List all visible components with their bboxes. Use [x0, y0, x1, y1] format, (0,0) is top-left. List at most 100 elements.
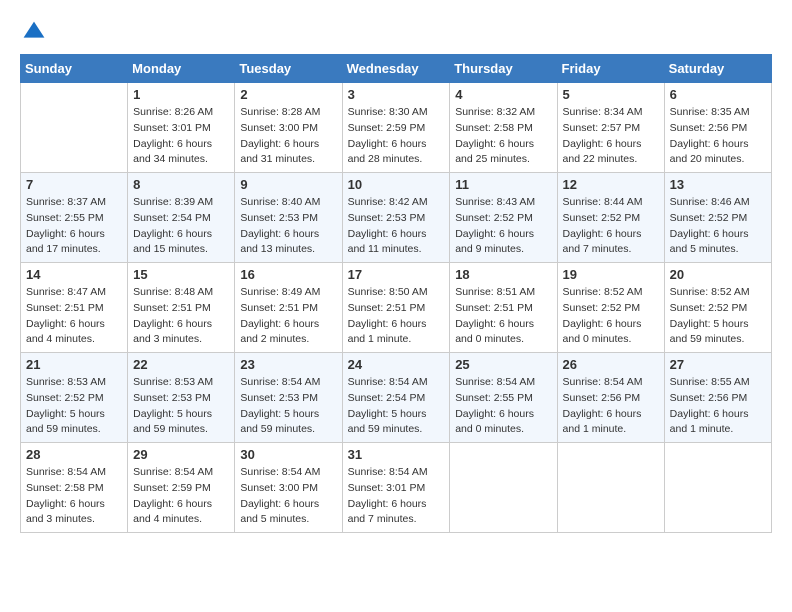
- calendar-cell: 8 Sunrise: 8:39 AM Sunset: 2:54 PM Daylig…: [128, 173, 235, 263]
- day-info: Sunrise: 8:54 AM Sunset: 2:58 PM Dayligh…: [26, 465, 122, 528]
- calendar-cell: [664, 443, 771, 533]
- day-number: 13: [670, 177, 766, 192]
- day-info: Sunrise: 8:55 AM Sunset: 2:56 PM Dayligh…: [670, 375, 766, 438]
- day-number: 17: [348, 267, 445, 282]
- day-number: 27: [670, 357, 766, 372]
- day-info: Sunrise: 8:54 AM Sunset: 2:54 PM Dayligh…: [348, 375, 445, 438]
- day-number: 7: [26, 177, 122, 192]
- day-number: 25: [455, 357, 551, 372]
- logo: [20, 20, 46, 44]
- weekday-header-thursday: Thursday: [450, 55, 557, 83]
- day-info: Sunrise: 8:44 AM Sunset: 2:52 PM Dayligh…: [563, 195, 659, 258]
- day-info: Sunrise: 8:30 AM Sunset: 2:59 PM Dayligh…: [348, 105, 445, 168]
- day-number: 22: [133, 357, 229, 372]
- day-number: 24: [348, 357, 445, 372]
- day-number: 3: [348, 87, 445, 102]
- calendar-cell: 5 Sunrise: 8:34 AM Sunset: 2:57 PM Daylig…: [557, 83, 664, 173]
- calendar-cell: 7 Sunrise: 8:37 AM Sunset: 2:55 PM Daylig…: [21, 173, 128, 263]
- day-number: 15: [133, 267, 229, 282]
- calendar-cell: 16 Sunrise: 8:49 AM Sunset: 2:51 PM Dayli…: [235, 263, 342, 353]
- day-info: Sunrise: 8:34 AM Sunset: 2:57 PM Dayligh…: [563, 105, 659, 168]
- calendar-cell: 12 Sunrise: 8:44 AM Sunset: 2:52 PM Dayli…: [557, 173, 664, 263]
- day-info: Sunrise: 8:46 AM Sunset: 2:52 PM Dayligh…: [670, 195, 766, 258]
- day-number: 8: [133, 177, 229, 192]
- calendar-cell: 27 Sunrise: 8:55 AM Sunset: 2:56 PM Dayli…: [664, 353, 771, 443]
- calendar-cell: [557, 443, 664, 533]
- weekday-header-row: SundayMondayTuesdayWednesdayThursdayFrid…: [21, 55, 772, 83]
- day-number: 14: [26, 267, 122, 282]
- day-info: Sunrise: 8:28 AM Sunset: 3:00 PM Dayligh…: [240, 105, 336, 168]
- day-number: 23: [240, 357, 336, 372]
- calendar-cell: 31 Sunrise: 8:54 AM Sunset: 3:01 PM Dayli…: [342, 443, 450, 533]
- page-header: [20, 20, 772, 44]
- calendar-cell: 19 Sunrise: 8:52 AM Sunset: 2:52 PM Dayli…: [557, 263, 664, 353]
- calendar-cell: 15 Sunrise: 8:48 AM Sunset: 2:51 PM Dayli…: [128, 263, 235, 353]
- day-info: Sunrise: 8:49 AM Sunset: 2:51 PM Dayligh…: [240, 285, 336, 348]
- calendar-week-row: 7 Sunrise: 8:37 AM Sunset: 2:55 PM Daylig…: [21, 173, 772, 263]
- calendar-cell: [21, 83, 128, 173]
- day-info: Sunrise: 8:54 AM Sunset: 2:53 PM Dayligh…: [240, 375, 336, 438]
- calendar-cell: [450, 443, 557, 533]
- calendar-cell: 2 Sunrise: 8:28 AM Sunset: 3:00 PM Daylig…: [235, 83, 342, 173]
- calendar-cell: 11 Sunrise: 8:43 AM Sunset: 2:52 PM Dayli…: [450, 173, 557, 263]
- day-number: 6: [670, 87, 766, 102]
- day-number: 19: [563, 267, 659, 282]
- day-number: 31: [348, 447, 445, 462]
- day-info: Sunrise: 8:54 AM Sunset: 2:56 PM Dayligh…: [563, 375, 659, 438]
- calendar-cell: 13 Sunrise: 8:46 AM Sunset: 2:52 PM Dayli…: [664, 173, 771, 263]
- calendar-week-row: 1 Sunrise: 8:26 AM Sunset: 3:01 PM Daylig…: [21, 83, 772, 173]
- calendar-cell: 23 Sunrise: 8:54 AM Sunset: 2:53 PM Dayli…: [235, 353, 342, 443]
- calendar-cell: 10Sunrise: 8:42 AM Sunset: 2:53 PM Dayli…: [342, 173, 450, 263]
- day-number: 28: [26, 447, 122, 462]
- day-number: 29: [133, 447, 229, 462]
- day-number: 20: [670, 267, 766, 282]
- calendar-cell: 30Sunrise: 8:54 AM Sunset: 3:00 PM Dayli…: [235, 443, 342, 533]
- calendar-cell: 25 Sunrise: 8:54 AM Sunset: 2:55 PM Dayli…: [450, 353, 557, 443]
- day-info: Sunrise: 8:43 AM Sunset: 2:52 PM Dayligh…: [455, 195, 551, 258]
- calendar-cell: 4 Sunrise: 8:32 AM Sunset: 2:58 PM Daylig…: [450, 83, 557, 173]
- calendar-cell: 6Sunrise: 8:35 AM Sunset: 2:56 PM Daylig…: [664, 83, 771, 173]
- day-number: 21: [26, 357, 122, 372]
- calendar-cell: 14 Sunrise: 8:47 AM Sunset: 2:51 PM Dayli…: [21, 263, 128, 353]
- weekday-header-tuesday: Tuesday: [235, 55, 342, 83]
- day-number: 1: [133, 87, 229, 102]
- day-info: Sunrise: 8:54 AM Sunset: 3:01 PM Dayligh…: [348, 465, 445, 528]
- day-info: Sunrise: 8:53 AM Sunset: 2:53 PM Dayligh…: [133, 375, 229, 438]
- weekday-header-monday: Monday: [128, 55, 235, 83]
- day-info: Sunrise: 8:54 AM Sunset: 2:55 PM Dayligh…: [455, 375, 551, 438]
- day-info: Sunrise: 8:26 AM Sunset: 3:01 PM Dayligh…: [133, 105, 229, 168]
- day-info: Sunrise: 8:47 AM Sunset: 2:51 PM Dayligh…: [26, 285, 122, 348]
- day-number: 16: [240, 267, 336, 282]
- day-number: 12: [563, 177, 659, 192]
- day-info: Sunrise: 8:32 AM Sunset: 2:58 PM Dayligh…: [455, 105, 551, 168]
- day-info: Sunrise: 8:54 AM Sunset: 2:59 PM Dayligh…: [133, 465, 229, 528]
- weekday-header-friday: Friday: [557, 55, 664, 83]
- calendar-cell: 20 Sunrise: 8:52 AM Sunset: 2:52 PM Dayli…: [664, 263, 771, 353]
- day-info: Sunrise: 8:52 AM Sunset: 2:52 PM Dayligh…: [670, 285, 766, 348]
- weekday-header-saturday: Saturday: [664, 55, 771, 83]
- logo-icon: [22, 20, 46, 44]
- day-info: Sunrise: 8:39 AM Sunset: 2:54 PM Dayligh…: [133, 195, 229, 258]
- calendar-cell: 28 Sunrise: 8:54 AM Sunset: 2:58 PM Dayli…: [21, 443, 128, 533]
- day-number: 2: [240, 87, 336, 102]
- day-info: Sunrise: 8:48 AM Sunset: 2:51 PM Dayligh…: [133, 285, 229, 348]
- day-number: 11: [455, 177, 551, 192]
- calendar-cell: 1 Sunrise: 8:26 AM Sunset: 3:01 PM Daylig…: [128, 83, 235, 173]
- day-number: 5: [563, 87, 659, 102]
- day-info: Sunrise: 8:37 AM Sunset: 2:55 PM Dayligh…: [26, 195, 122, 258]
- calendar-week-row: 21 Sunrise: 8:53 AM Sunset: 2:52 PM Dayli…: [21, 353, 772, 443]
- calendar-table: SundayMondayTuesdayWednesdayThursdayFrid…: [20, 54, 772, 533]
- calendar-cell: 18 Sunrise: 8:51 AM Sunset: 2:51 PM Dayli…: [450, 263, 557, 353]
- calendar-cell: 3 Sunrise: 8:30 AM Sunset: 2:59 PM Daylig…: [342, 83, 450, 173]
- day-number: 18: [455, 267, 551, 282]
- calendar-week-row: 14 Sunrise: 8:47 AM Sunset: 2:51 PM Dayli…: [21, 263, 772, 353]
- day-info: Sunrise: 8:53 AM Sunset: 2:52 PM Dayligh…: [26, 375, 122, 438]
- day-info: Sunrise: 8:52 AM Sunset: 2:52 PM Dayligh…: [563, 285, 659, 348]
- day-info: Sunrise: 8:54 AM Sunset: 3:00 PM Dayligh…: [240, 465, 336, 528]
- day-info: Sunrise: 8:51 AM Sunset: 2:51 PM Dayligh…: [455, 285, 551, 348]
- day-number: 4: [455, 87, 551, 102]
- calendar-cell: 9Sunrise: 8:40 AM Sunset: 2:53 PM Daylig…: [235, 173, 342, 263]
- calendar-cell: 24 Sunrise: 8:54 AM Sunset: 2:54 PM Dayli…: [342, 353, 450, 443]
- day-info: Sunrise: 8:40 AM Sunset: 2:53 PM Dayligh…: [240, 195, 336, 258]
- day-number: 10: [348, 177, 445, 192]
